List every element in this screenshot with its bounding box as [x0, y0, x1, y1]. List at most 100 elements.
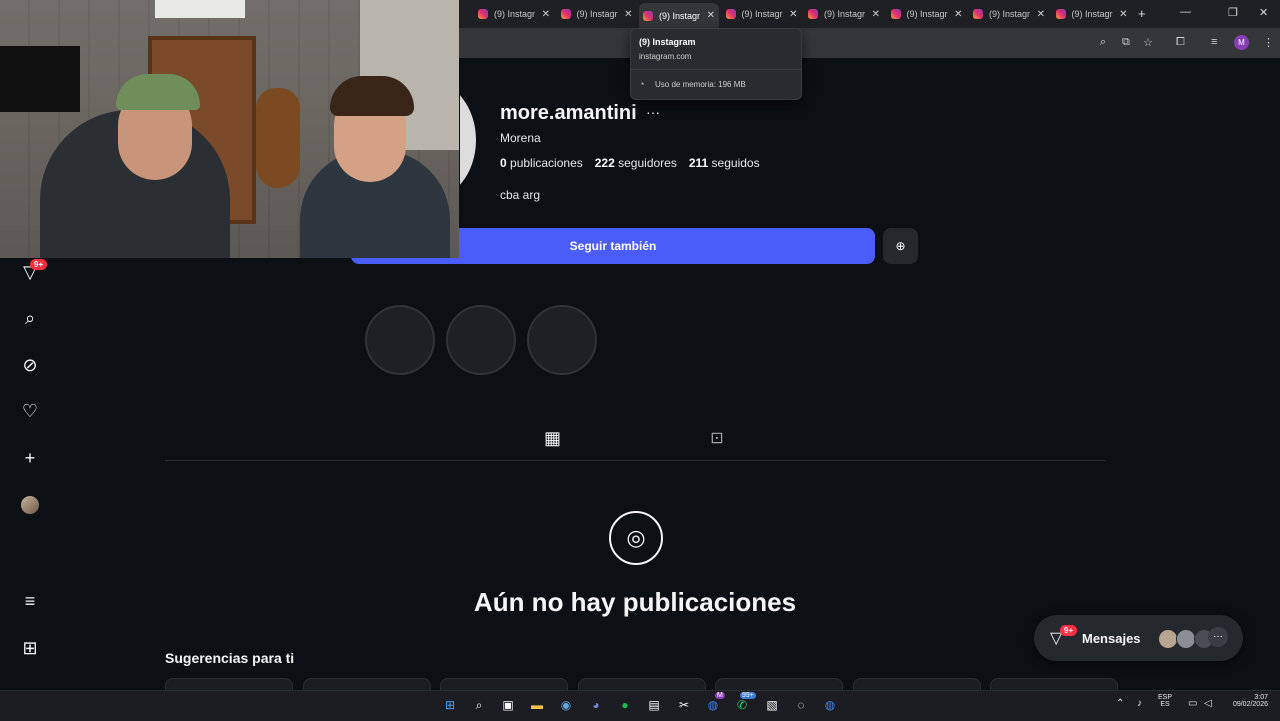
tab-close-icon[interactable]: ✕	[1119, 9, 1127, 20]
close-window-icon[interactable]: ✕	[1259, 6, 1268, 19]
messages-pill[interactable]: ▽ 9+ Mensajes ···	[1034, 615, 1243, 661]
microphone-icon[interactable]: ♪	[1137, 698, 1142, 709]
maximize-icon[interactable]: ❐	[1228, 6, 1238, 19]
explore-icon[interactable]: ⊘	[20, 355, 40, 375]
instagram-favicon-icon	[560, 9, 571, 19]
zoom-icon[interactable]: ⌕	[1100, 36, 1106, 49]
tab-close-icon[interactable]: ✕	[954, 9, 962, 20]
notifications-badge: 9+	[30, 259, 48, 270]
media-control-icon[interactable]: ≡	[1211, 36, 1217, 48]
tab-label: (9) Instagr	[989, 9, 1031, 19]
spotify-icon[interactable]: ●	[617, 697, 633, 713]
profile-username: more.amantini	[500, 102, 637, 124]
file-explorer-icon[interactable]: ▬	[529, 697, 545, 713]
capcut-icon[interactable]: ✂	[676, 697, 692, 713]
tab-close-icon[interactable]: ✕	[872, 9, 880, 20]
messages-badge: 9+	[1060, 625, 1078, 636]
instagram-favicon-icon	[890, 9, 901, 19]
browser-tab[interactable]: (9) Instagr ✕	[887, 4, 967, 24]
hovercard-url: instagram.com	[639, 52, 692, 61]
tab-label: (9) Instagr	[659, 10, 701, 21]
tab-label: (9) Instagr	[576, 9, 618, 19]
tab-tagged[interactable]: ⊡	[697, 428, 737, 460]
browser-tab[interactable]: (9) Instagr ✕	[557, 4, 637, 24]
search-icon[interactable]: ⌕	[20, 308, 40, 328]
browser-tab[interactable]: (9) Instagr ✕	[474, 4, 554, 24]
message-avatar	[1176, 629, 1196, 649]
discord-icon[interactable]: ◕	[588, 697, 604, 713]
tab-label: (9) Instagr	[1071, 9, 1113, 19]
person-right-hair	[330, 76, 414, 116]
more-messages-icon[interactable]: ···	[1208, 627, 1228, 647]
profile-nav-avatar[interactable]	[21, 496, 39, 514]
story-highlight[interactable]	[365, 305, 435, 375]
tab-close-icon[interactable]: ✕	[707, 10, 715, 21]
extensions-icon[interactable]: ⧠	[1176, 36, 1185, 49]
minimize-icon[interactable]: —	[1180, 6, 1191, 18]
bookmark-star-icon[interactable]: ☆	[1143, 36, 1153, 49]
browser-tab[interactable]: (9) Instagr ✕	[804, 4, 884, 24]
suggestions-title: Sugerencias para ti	[165, 650, 295, 666]
posts-stat: 0 publicaciones	[500, 156, 583, 170]
apps-icon[interactable]: ⊞	[20, 638, 40, 658]
following-stat[interactable]: 211 seguidos	[689, 156, 760, 170]
more-options-icon[interactable]: ···	[646, 104, 660, 120]
browser-tab[interactable]: (9) Instagr ✕	[722, 4, 802, 24]
app-icon[interactable]: ◌	[793, 697, 809, 713]
tabs-divider	[165, 460, 1105, 461]
followers-stat[interactable]: 222 seguidores	[595, 156, 677, 170]
chrome-profile-badge: M	[715, 692, 725, 699]
add-person-icon: ⊕	[895, 239, 906, 253]
browser-tab[interactable]: (9) Instagr ✕	[639, 3, 719, 28]
heart-icon[interactable]: ♡	[20, 401, 40, 421]
clock[interactable]: 3:07 09/02/2026	[1224, 694, 1268, 708]
whatsapp-icon[interactable]: ✆	[734, 697, 750, 713]
webcam-overlay	[0, 0, 459, 258]
hovercard-title: (9) Instagram	[639, 37, 696, 47]
install-app-icon[interactable]: ⧉	[1122, 36, 1130, 49]
tab-close-icon[interactable]: ✕	[624, 9, 632, 20]
story-highlight[interactable]	[446, 305, 516, 375]
menu-icon[interactable]: ≡	[20, 591, 40, 611]
camera-icon: ◎	[609, 511, 663, 565]
tray-expand-icon[interactable]: ⌃	[1116, 698, 1124, 709]
volume-icon[interactable]: ◁	[1204, 698, 1212, 709]
grid-icon: ▦	[543, 428, 561, 448]
story-highlight[interactable]	[527, 305, 597, 375]
browser-tab[interactable]: (9) Instagr ✕	[1052, 4, 1132, 24]
taskbar-search-icon[interactable]: ⌕	[471, 697, 487, 713]
air-conditioner	[155, 0, 245, 18]
tab-close-icon[interactable]: ✕	[1037, 9, 1045, 20]
instagram-favicon-icon	[808, 9, 818, 19]
steam-icon[interactable]: ◉	[558, 697, 574, 713]
app-icon[interactable]: ▧	[764, 697, 780, 713]
chrome-icon[interactable]: ◍	[822, 697, 838, 713]
create-icon[interactable]: +	[20, 448, 40, 468]
language-indicator[interactable]: ESP ES	[1158, 694, 1172, 708]
hovercard-divider	[631, 69, 801, 70]
tv-screen	[0, 46, 80, 112]
tab-close-icon[interactable]: ✕	[542, 9, 550, 20]
new-tab-button[interactable]: +	[1138, 6, 1146, 21]
instagram-favicon-icon	[478, 9, 488, 19]
guitar	[256, 88, 300, 188]
browser-menu-icon[interactable]: ⋮	[1263, 36, 1274, 49]
memory-icon: ◔	[639, 79, 645, 89]
windows-start-icon[interactable]: ⊞	[442, 697, 458, 713]
suggested-accounts-button[interactable]: ⊕	[883, 228, 918, 264]
tab-label: (9) Instagr	[906, 9, 948, 19]
hovercard-memory: Uso de memoria: 196 MB	[655, 80, 746, 89]
tab-close-icon[interactable]: ✕	[789, 9, 797, 20]
browser-tab[interactable]: (9) Instagr ✕	[969, 4, 1049, 24]
instagram-favicon-icon	[725, 9, 736, 19]
chrome-icon[interactable]: ◍	[705, 697, 721, 713]
profile-bio: cba arg	[500, 188, 541, 202]
profile-full-name: Morena	[500, 131, 541, 145]
tab-posts[interactable]: ▦	[526, 428, 579, 461]
profile-stats: 0 publicaciones 222 seguidores 211 segui…	[500, 156, 760, 170]
browser-profile-avatar[interactable]: M	[1234, 35, 1249, 50]
empty-posts-title: Aún no hay publicaciones	[473, 587, 797, 617]
task-view-icon[interactable]: ▣	[500, 697, 516, 713]
epic-games-icon[interactable]: ▤	[646, 697, 662, 713]
network-icon[interactable]: ▭	[1188, 698, 1197, 709]
